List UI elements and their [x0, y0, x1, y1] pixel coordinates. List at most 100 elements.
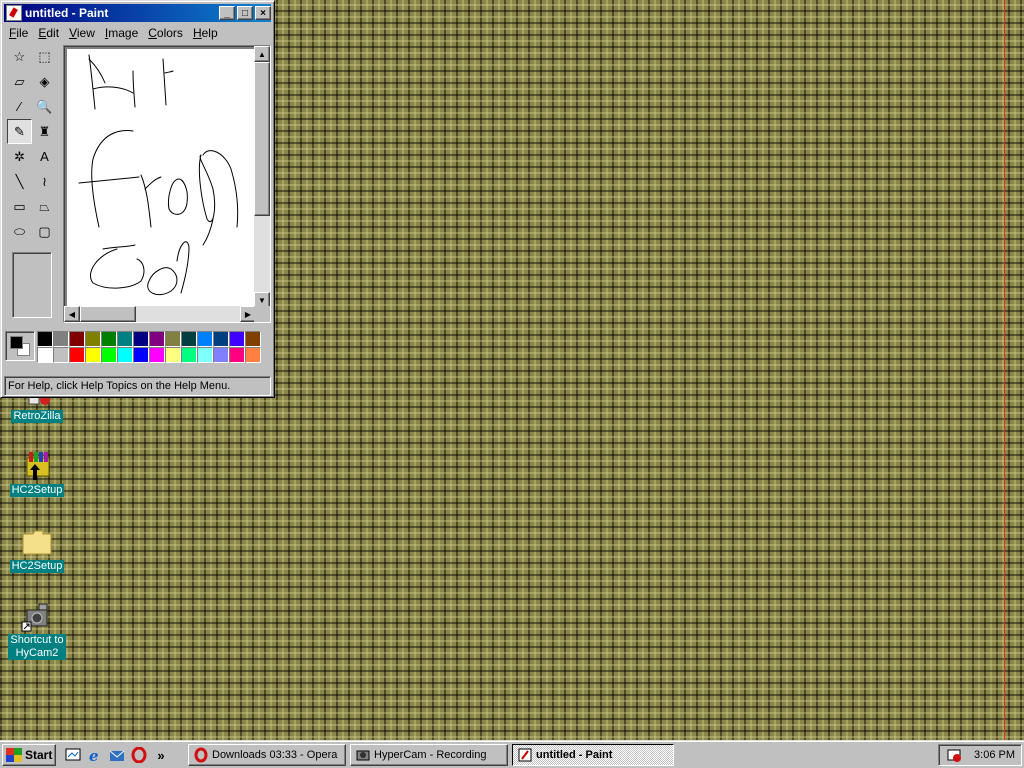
color-swatch[interactable]	[165, 331, 181, 347]
magnifier-icon[interactable]: 🔍	[32, 94, 57, 119]
menu-colors[interactable]: Colors	[143, 26, 188, 40]
drawing-canvas[interactable]	[67, 49, 255, 307]
rectangle-icon[interactable]: ▭	[7, 194, 32, 219]
desktop-icon-label: HC2Setup	[9, 484, 65, 497]
desktop-icon-hycam2-shortcut[interactable]: Shortcut to HyCam2	[2, 600, 72, 660]
hypercam-icon	[356, 750, 370, 761]
start-button[interactable]: Start	[2, 744, 56, 766]
maximize-button[interactable]: □	[237, 6, 253, 20]
color-swatch[interactable]	[197, 331, 213, 347]
rounded-rectangle-icon[interactable]: ▢	[32, 219, 57, 244]
task-label: HyperCam - Recording	[374, 749, 487, 761]
color-swatch[interactable]	[133, 347, 149, 363]
close-button[interactable]: ×	[255, 6, 271, 20]
tool-grid: ☆ ⬚ ▱ ◈ ⁄ 🔍 ✎ ♜ ✲ A ╲ ≀ ▭ ⏢ ⬭ ▢	[7, 44, 57, 244]
color-swatch[interactable]	[53, 347, 69, 363]
svg-text:e: e	[89, 747, 99, 763]
task-button-paint[interactable]: untitled - Paint	[512, 744, 674, 766]
scroll-left-arrow-icon[interactable]: ◀	[64, 306, 80, 322]
color-swatch[interactable]	[69, 331, 85, 347]
color-swatch[interactable]	[229, 347, 245, 363]
window-title: untitled - Paint	[25, 6, 109, 20]
color-swatch[interactable]	[245, 331, 261, 347]
menu-file[interactable]: File	[4, 26, 33, 40]
color-swatch[interactable]	[69, 347, 85, 363]
select-icon[interactable]: ⬚	[32, 44, 57, 69]
title-bar[interactable]: untitled - Paint _ □ ×	[4, 4, 271, 22]
outlook-express-icon[interactable]	[107, 745, 127, 765]
menu-view[interactable]: View	[64, 26, 100, 40]
color-swatch[interactable]	[181, 331, 197, 347]
free-form-select-icon[interactable]: ☆	[7, 44, 32, 69]
quick-launch-more-icon[interactable]: »	[151, 745, 171, 765]
opera-icon[interactable]	[129, 745, 149, 765]
color-swatch[interactable]	[229, 331, 245, 347]
tool-box: ☆ ⬚ ▱ ◈ ⁄ 🔍 ✎ ♜ ✲ A ╲ ≀ ▭ ⏢ ⬭ ▢	[7, 44, 57, 318]
show-desktop-icon[interactable]	[63, 745, 83, 765]
system-tray: 3:06 PM	[938, 744, 1022, 766]
line-icon[interactable]: ╲	[7, 169, 32, 194]
horizontal-scrollbar[interactable]: ◀ ▶	[64, 306, 256, 322]
curve-icon[interactable]: ≀	[32, 169, 57, 194]
color-swatch[interactable]	[165, 347, 181, 363]
minimize-button[interactable]: _	[219, 6, 235, 20]
pencil-icon[interactable]: ✎	[7, 119, 32, 144]
polygon-icon[interactable]: ⏢	[32, 194, 57, 219]
fill-with-color-icon[interactable]: ◈	[32, 69, 57, 94]
pick-color-icon[interactable]: ⁄	[7, 94, 32, 119]
horizontal-scroll-thumb[interactable]	[80, 306, 136, 322]
color-swatch[interactable]	[181, 347, 197, 363]
windows-logo-icon	[6, 748, 22, 762]
drawing-strokes	[78, 54, 239, 296]
task-button-hypercam[interactable]: HyperCam - Recording	[350, 744, 508, 766]
color-swatch[interactable]	[101, 331, 117, 347]
task-button-opera[interactable]: Downloads 03:33 - Opera	[188, 744, 346, 766]
status-text: For Help, click Help Topics on the Help …	[8, 380, 231, 392]
vertical-scrollbar[interactable]: ▲ ▼	[254, 46, 270, 308]
opera-icon	[194, 747, 208, 763]
paint-window[interactable]: untitled - Paint _ □ × File Edit View Im…	[0, 0, 275, 398]
color-swatch[interactable]	[117, 331, 133, 347]
vertical-scroll-thumb[interactable]	[254, 62, 270, 216]
color-swatch[interactable]	[85, 331, 101, 347]
camera-shortcut-icon	[21, 600, 53, 632]
menu-edit[interactable]: Edit	[33, 26, 64, 40]
color-swatch[interactable]	[213, 331, 229, 347]
menu-help[interactable]: Help	[188, 26, 223, 40]
color-swatch[interactable]	[85, 347, 101, 363]
paint-app-icon	[6, 5, 22, 21]
color-swatch[interactable]	[149, 347, 165, 363]
eraser-icon[interactable]: ▱	[7, 69, 32, 94]
text-icon[interactable]: A	[32, 144, 57, 169]
recording-tray-icon[interactable]	[946, 747, 962, 763]
canvas-area: ▲ ▼ ◀ ▶	[63, 45, 271, 323]
airbrush-icon[interactable]: ✲	[7, 144, 32, 169]
task-label: untitled - Paint	[536, 749, 613, 761]
internet-explorer-icon[interactable]: e	[85, 745, 105, 765]
color-swatch[interactable]	[53, 331, 69, 347]
color-swatch[interactable]	[37, 331, 53, 347]
color-swatch[interactable]	[133, 331, 149, 347]
scrollbar-corner	[254, 306, 270, 322]
color-swatch[interactable]	[37, 347, 53, 363]
color-swatch[interactable]	[197, 347, 213, 363]
color-swatch[interactable]	[117, 347, 133, 363]
desktop-icon-hc2setup-installer[interactable]: HC2Setup	[2, 450, 72, 497]
task-label: Downloads 03:33 - Opera	[212, 749, 338, 761]
color-swatch[interactable]	[213, 347, 229, 363]
tool-options-box[interactable]	[12, 252, 52, 318]
folder-icon	[21, 526, 53, 558]
clock[interactable]: 3:06 PM	[974, 749, 1015, 761]
current-colors[interactable]	[5, 331, 35, 361]
color-swatch[interactable]	[245, 347, 261, 363]
scroll-up-arrow-icon[interactable]: ▲	[254, 46, 270, 62]
menu-image[interactable]: Image	[100, 26, 143, 40]
installer-icon	[21, 450, 53, 482]
color-swatch[interactable]	[101, 347, 117, 363]
desktop-icon-retrozilla[interactable]: RetroZilla	[2, 395, 72, 423]
color-swatch[interactable]	[149, 331, 165, 347]
desktop-icon-hc2setup-folder[interactable]: HC2Setup	[2, 526, 72, 573]
desktop-icon-label: HC2Setup	[9, 560, 65, 573]
ellipse-icon[interactable]: ⬭	[7, 219, 32, 244]
brush-icon[interactable]: ♜	[32, 119, 57, 144]
